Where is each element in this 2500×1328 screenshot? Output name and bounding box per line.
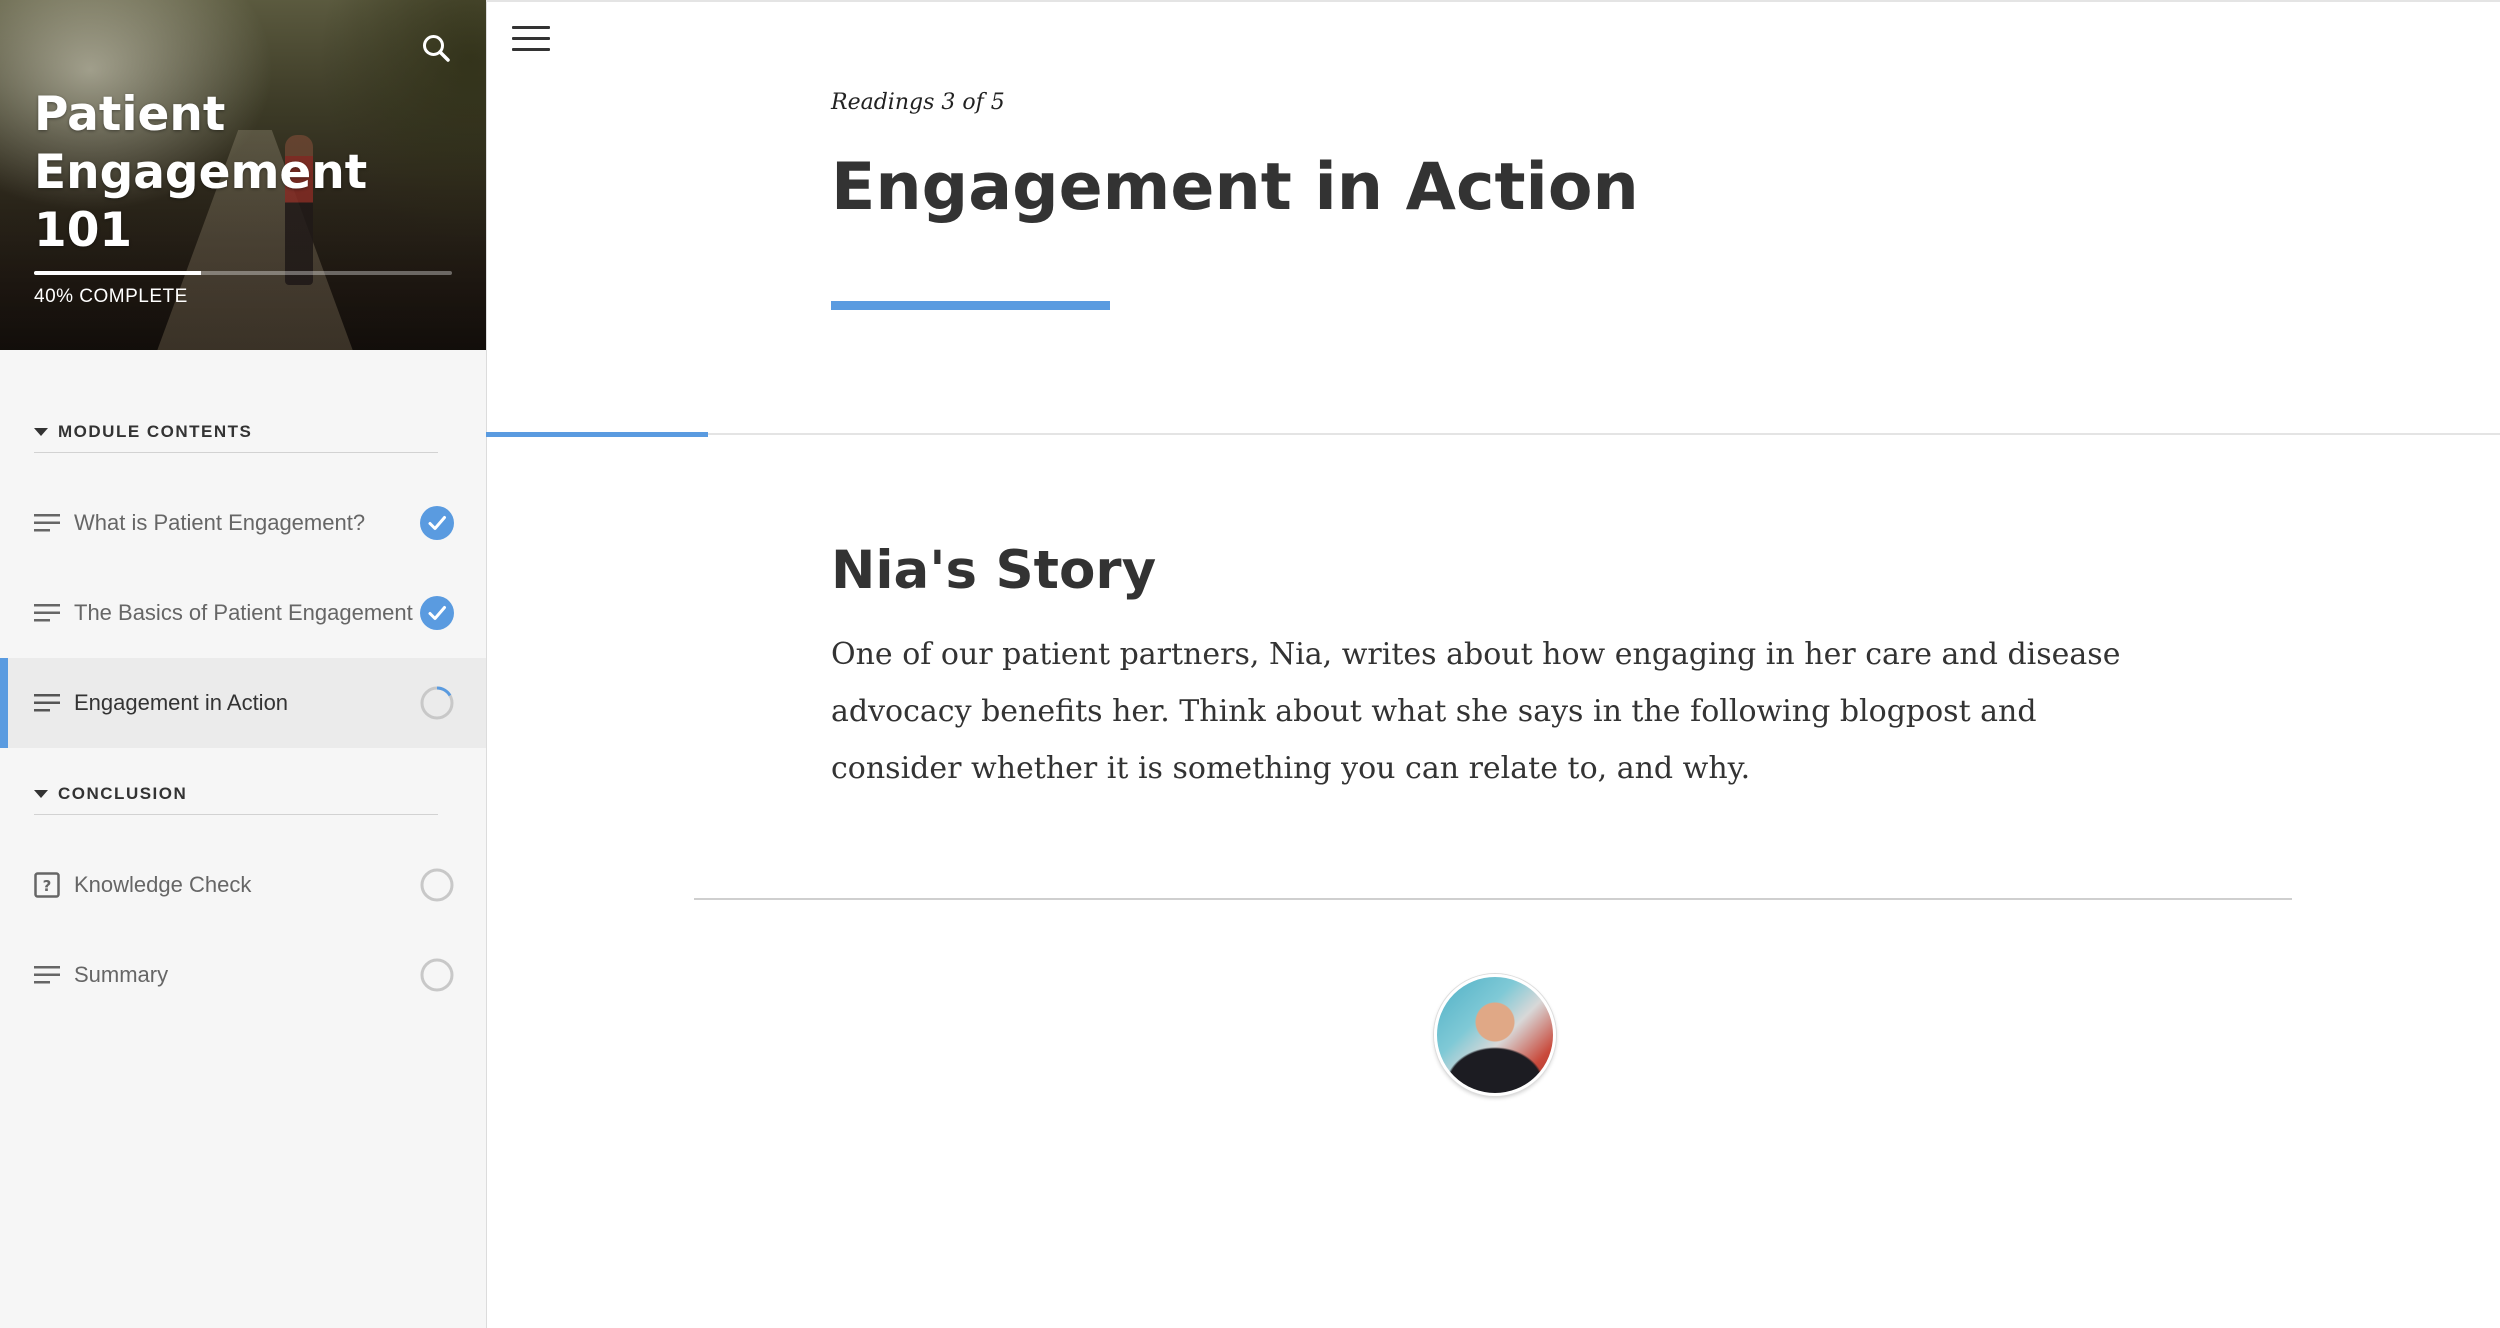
caret-down-icon: [34, 428, 48, 436]
course-progress-label: 40% COMPLETE: [34, 286, 188, 307]
section-header-module-contents[interactable]: MODULE CONTENTS: [34, 412, 438, 453]
sidebar-item-label: Summary: [74, 962, 169, 987]
svg-text:?: ?: [43, 877, 52, 895]
text-lines-icon: [34, 962, 60, 988]
course-progress-bar: [34, 271, 452, 275]
section-title: MODULE CONTENTS: [58, 422, 253, 441]
content-divider: [694, 898, 2292, 900]
sidebar-item-what-is-patient-engagement[interactable]: What is Patient Engagement?: [0, 478, 486, 568]
lesson-title: Engagement in Action: [831, 150, 1639, 225]
title-underline: [831, 301, 1110, 310]
sidebar-item-engagement-in-action[interactable]: Engagement in Action: [0, 658, 486, 748]
sidebar: Patient Engagement 101 40% COMPLETE MODU…: [0, 0, 487, 1328]
search-icon: [423, 35, 450, 62]
story-paragraph: One of our patient partners, Nia, writes…: [831, 637, 2121, 786]
sidebar-item-knowledge-check[interactable]: ? Knowledge Check: [0, 840, 486, 930]
quiz-icon: ?: [34, 872, 60, 898]
sidebar-item-label: The Basics of Patient Engagement: [74, 600, 413, 625]
caret-down-icon: [34, 790, 48, 798]
sidebar-item-basics-of-patient-engagement[interactable]: The Basics of Patient Engagement: [0, 568, 486, 658]
section-header-conclusion[interactable]: CONCLUSION: [34, 774, 438, 815]
checkmark-complete-icon: [420, 596, 454, 630]
course-hero: Patient Engagement 101 40% COMPLETE: [0, 0, 486, 350]
hamburger-menu-icon: [512, 26, 550, 29]
not-started-icon: [420, 958, 454, 992]
checkmark-complete-icon: [420, 506, 454, 540]
course-title: Patient Engagement 101: [34, 87, 368, 258]
text-lines-icon: [34, 510, 60, 536]
section-title: CONCLUSION: [58, 784, 188, 803]
lesson-header-divider: [486, 433, 2500, 435]
hamburger-menu-button[interactable]: [512, 24, 550, 56]
sidebar-item-label: Knowledge Check: [74, 872, 252, 897]
text-lines-icon: [34, 690, 60, 716]
text-lines-icon: [34, 600, 60, 626]
lesson-counter: Readings 3 of 5: [831, 90, 1005, 115]
in-progress-icon: [420, 686, 454, 720]
lesson-scroll-progress: [486, 432, 708, 437]
search-button[interactable]: [418, 30, 454, 66]
sidebar-item-label: What is Patient Engagement?: [74, 510, 366, 535]
author-avatar: [1434, 974, 1556, 1096]
sidebar-item-label: Engagement in Action: [74, 690, 289, 715]
story-heading: Nia's Story: [831, 540, 1157, 601]
course-progress-fill: [34, 271, 202, 275]
sidebar-item-summary[interactable]: Summary: [0, 930, 486, 1020]
not-started-icon: [420, 868, 454, 902]
